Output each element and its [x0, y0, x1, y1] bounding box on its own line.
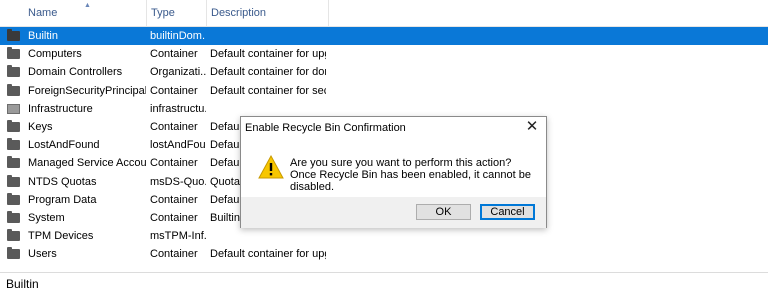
item-name: Users: [28, 248, 57, 261]
folder-icon: [7, 210, 20, 223]
item-name: Domain Controllers: [28, 66, 123, 79]
status-text: Builtin: [6, 277, 39, 291]
item-name: Program Data: [28, 193, 97, 206]
item-name: TPM Devices: [28, 230, 94, 243]
item-name: Managed Service Accounts: [28, 157, 146, 170]
item-name: Keys: [28, 120, 53, 133]
folder-icon: [7, 229, 20, 242]
item-type: Container: [150, 48, 198, 61]
column-type-label: Type: [151, 7, 175, 19]
item-type: infrastructu...: [150, 102, 206, 115]
list-item[interactable]: ForeignSecurityPrincipals Container Defa…: [0, 82, 768, 100]
item-description: Default container for dom...: [210, 66, 326, 79]
dialog-message: Are you sure you want to perform this ac…: [290, 157, 531, 193]
item-name: Computers: [28, 48, 82, 61]
dialog-footer: OK Cancel: [241, 197, 546, 228]
list-item[interactable]: Users Container Default container for up…: [0, 245, 768, 263]
recycle-bin-confirmation-dialog: Enable Recycle Bin Confirmation ✕ Are yo…: [240, 116, 547, 228]
item-type: Container: [150, 84, 198, 97]
ok-button[interactable]: OK: [416, 204, 471, 220]
folder-icon: [7, 138, 20, 151]
item-description: Default container for upgr...: [210, 48, 326, 61]
list-item[interactable]: Computers Container Default container fo…: [0, 45, 768, 63]
item-type: Organizati...: [150, 66, 206, 79]
column-description-label: Description: [211, 7, 267, 19]
item-name: Builtin: [28, 30, 58, 42]
item-type: msDS-Quo...: [150, 175, 206, 188]
list-item[interactable]: Domain Controllers Organizati... Default…: [0, 63, 768, 81]
list-item[interactable]: Builtin builtinDom...: [0, 27, 768, 46]
item-type: Container: [150, 193, 198, 206]
column-header-description[interactable]: Description: [206, 0, 328, 26]
item-type: lostAndFou...: [150, 139, 206, 152]
folder-icon: [7, 29, 20, 41]
folder-icon: [7, 65, 20, 78]
dialog-title: Enable Recycle Bin Confirmation: [245, 122, 406, 134]
item-type: builtinDom...: [150, 30, 206, 42]
warning-icon: [258, 155, 284, 179]
item-type: Container: [150, 120, 198, 133]
folder-icon: [7, 83, 20, 96]
status-bar: Builtin: [0, 272, 768, 297]
infrastructure-icon: [7, 103, 20, 114]
item-type: msTPM-Inf...: [150, 230, 206, 243]
folder-icon: [7, 174, 20, 187]
list-item[interactable]: TPM Devices msTPM-Inf...: [0, 227, 768, 245]
item-name: System: [28, 211, 65, 224]
column-header-filler: [328, 0, 768, 26]
item-name: NTDS Quotas: [28, 175, 97, 188]
item-description: Default container for upgr...: [210, 248, 326, 261]
item-name: Infrastructure: [28, 102, 93, 115]
item-description: Default container for secur...: [210, 84, 326, 97]
folder-icon: [7, 247, 20, 260]
item-name: LostAndFound: [28, 139, 100, 152]
item-type: Container: [150, 248, 198, 261]
item-name: ForeignSecurityPrincipals: [28, 84, 146, 97]
cancel-button[interactable]: Cancel: [480, 204, 535, 220]
close-icon[interactable]: ✕: [524, 118, 540, 136]
column-name-label: Name: [28, 7, 58, 19]
sort-ascending-icon: ▲: [84, 2, 91, 9]
folder-icon: [7, 119, 20, 132]
folder-icon: [7, 156, 20, 169]
column-header: Name ▲ Type Description: [0, 0, 768, 27]
folder-icon: [7, 47, 20, 60]
item-type: Container: [150, 211, 198, 224]
item-type: Container: [150, 157, 198, 170]
column-header-type[interactable]: Type: [146, 0, 206, 26]
folder-icon: [7, 192, 20, 205]
